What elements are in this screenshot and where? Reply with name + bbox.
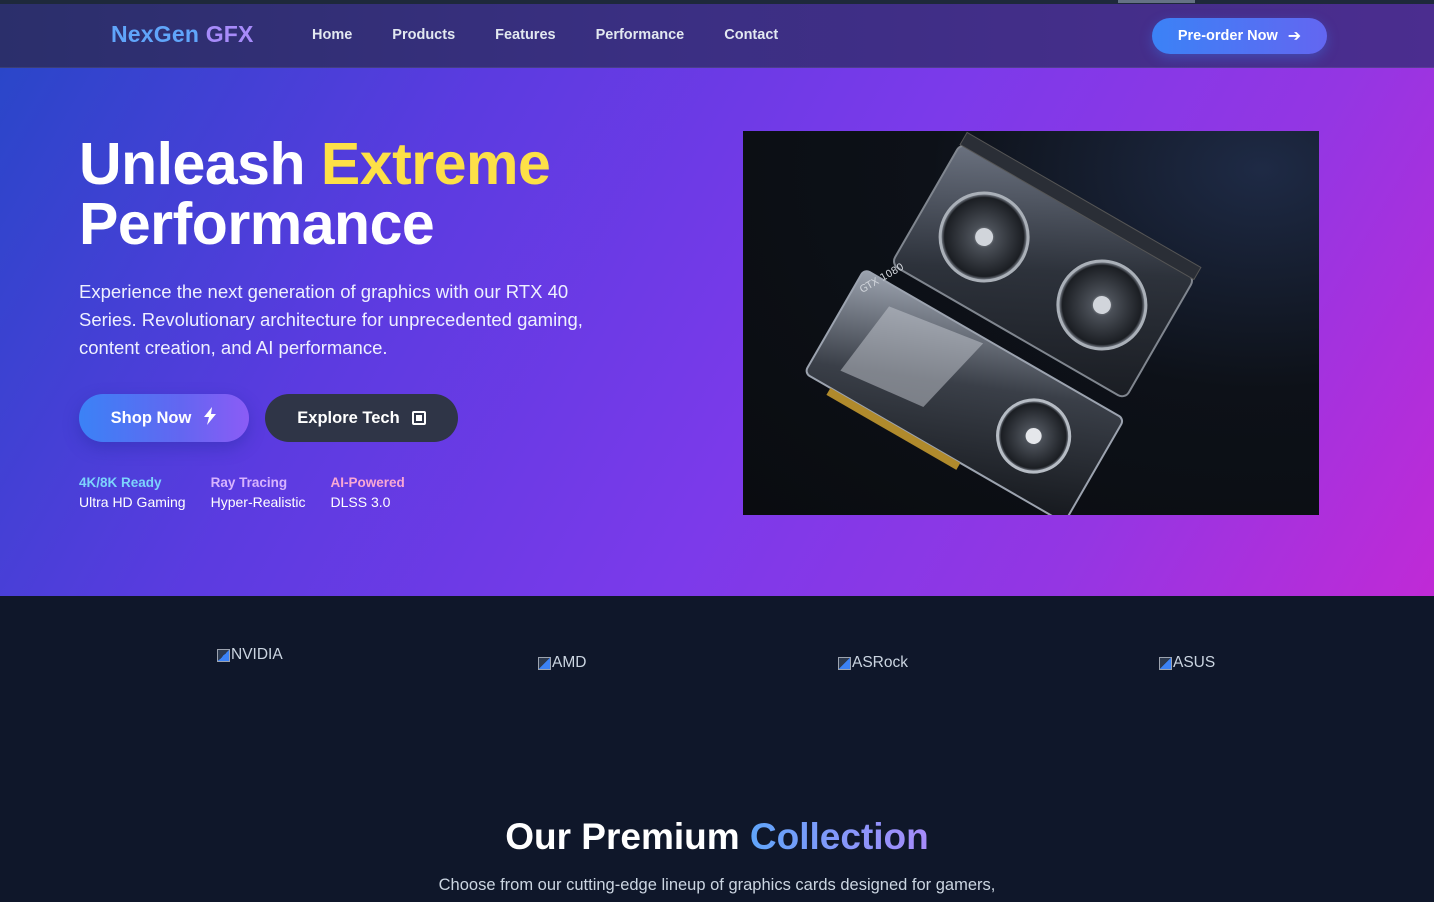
microchip-icon [411, 411, 426, 425]
brand-alt-text: NVIDIA [231, 646, 283, 663]
broken-image-icon [1158, 656, 1172, 670]
broken-image-icon [537, 656, 551, 670]
brand-alt-text: AMD [552, 654, 587, 671]
preorder-label: Pre-order Now [1177, 28, 1278, 44]
stat-title: Ray Tracing [210, 475, 288, 490]
navbar: NexGen GFX Home Products Features Perfor… [0, 4, 1434, 68]
stat-resolution: 4K/8K Ready Ultra HD Gaming [79, 475, 186, 510]
collection-heading-accent: Collection [749, 816, 929, 857]
collection-heading: Our Premium Collection [0, 816, 1434, 858]
stat-title: 4K/8K Ready [79, 475, 162, 490]
hero-section: Unleash Extreme Performance Experience t… [0, 68, 1434, 596]
logo-text-main: NexGen [111, 21, 200, 47]
brand-logo-nvidia: NVIDIA [216, 646, 283, 664]
broken-image-icon [837, 656, 851, 670]
hero-title-highlight: Extreme [320, 131, 551, 197]
collection-heading-part1: Our Premium [505, 816, 750, 857]
hero-description: Experience the next generation of graphi… [79, 281, 583, 358]
stat-subtitle: DLSS 3.0 [330, 494, 391, 510]
hero-title-part1: Unleash [79, 131, 321, 197]
brand-logo-amd: AMD [537, 654, 586, 672]
shop-now-label: Shop Now [110, 408, 192, 427]
preorder-button[interactable]: Pre-order Now ➔ [1152, 18, 1327, 54]
brand-logo-asus: ASUS [1158, 654, 1215, 672]
nav-link-features[interactable]: Features [495, 27, 555, 43]
nav-link-contact[interactable]: Contact [724, 27, 778, 43]
brand-alt-text: ASUS [1173, 654, 1216, 671]
nav-link-products[interactable]: Products [392, 27, 455, 43]
product-image: GTX 1080 [743, 131, 1319, 515]
hero-stats: 4K/8K Ready Ultra HD Gaming Ray Tracing … [79, 475, 430, 510]
brand-logo-asrock: ASRock [837, 654, 908, 672]
logo-text-accent: GFX [205, 21, 254, 47]
arrow-right-icon: ➔ [1287, 28, 1302, 45]
explore-tech-button[interactable]: Explore Tech [265, 394, 458, 442]
hero-title-part2: Performance [79, 191, 435, 257]
scroll-indicator [1118, 0, 1195, 3]
nav-links: Home Products Features Performance Conta… [312, 27, 818, 43]
hero-title: Unleash Extreme Performance [79, 131, 551, 257]
stat-subtitle: Ultra HD Gaming [79, 494, 186, 510]
stat-title: AI-Powered [330, 475, 405, 490]
lightning-bolt-icon [203, 406, 217, 430]
nav-link-home[interactable]: Home [312, 27, 352, 43]
brand-alt-text: ASRock [852, 654, 908, 671]
brand-logos: NVIDIA AMD ASRock ASUS [0, 596, 1434, 796]
shop-now-button[interactable]: Shop Now [79, 394, 249, 442]
logo[interactable]: NexGen GFX [111, 21, 254, 48]
stat-ai: AI-Powered DLSS 3.0 [331, 475, 405, 510]
nav-link-performance[interactable]: Performance [596, 27, 685, 43]
explore-tech-label: Explore Tech [297, 408, 400, 427]
broken-image-icon [216, 648, 230, 662]
stat-raytracing: Ray Tracing Hyper-Realistic [211, 475, 306, 510]
stat-subtitle: Hyper-Realistic [210, 494, 306, 510]
collection-subtitle: Choose from our cutting-edge lineup of g… [438, 876, 996, 894]
